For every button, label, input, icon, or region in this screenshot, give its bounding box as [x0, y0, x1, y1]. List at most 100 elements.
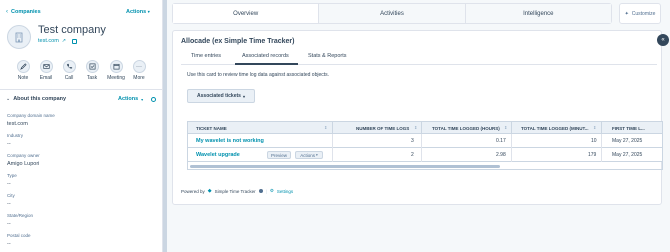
building-icon — [15, 32, 23, 43]
note-label: Note — [17, 75, 29, 81]
column-first-time[interactable]: FIRST TIME L... — [612, 122, 645, 134]
meeting-label: Meeting — [107, 75, 125, 81]
row-actions-label: Actions — [300, 152, 315, 158]
column-label: TICKET NAME — [196, 125, 227, 131]
about-section-toggle[interactable]: ⌄ About this company — [6, 96, 66, 102]
column-label: TOTAL TIME LOGGED (MINUT... — [521, 125, 589, 131]
property-label: City — [7, 193, 15, 198]
col-divider — [511, 148, 512, 162]
col-divider — [332, 148, 333, 162]
subtab-stats-reports[interactable]: Stats & Reports — [308, 53, 347, 59]
meeting-button[interactable]: Meeting — [105, 60, 127, 81]
property-value[interactable]: -- — [7, 201, 11, 207]
tab-intelligence[interactable]: Intelligence — [465, 4, 611, 23]
task-button[interactable]: Task — [81, 60, 103, 81]
table-row: My wavelet is not working 3 0.17 10 May … — [188, 134, 662, 148]
chevron-down-icon: ▾ — [242, 93, 245, 99]
task-icon — [89, 63, 95, 70]
sidebar-scrollbar[interactable] — [163, 0, 167, 252]
company-domain: test.com — [38, 38, 59, 44]
property-label: Industry — [7, 133, 24, 138]
tab-activities[interactable]: Activities — [319, 4, 466, 23]
note-icon — [19, 63, 27, 70]
gear-icon: ✦ — [624, 10, 629, 17]
more-label: More — [133, 75, 145, 81]
sort-icon[interactable]: ⇕ — [593, 125, 596, 130]
subtab-associated-records[interactable]: Associated records — [242, 53, 289, 59]
settings-gear-icon: ⚙ — [269, 188, 274, 193]
ticket-link[interactable]: Wavelet upgrade — [196, 152, 240, 158]
meeting-icon — [113, 63, 119, 70]
call-button[interactable]: Call — [58, 60, 80, 81]
table-scrollbar[interactable] — [190, 165, 500, 168]
divider — [0, 89, 163, 90]
col-divider — [511, 134, 512, 148]
tab-overview[interactable]: Overview — [173, 4, 320, 23]
info-icon[interactable] — [258, 189, 263, 193]
chevron-down-icon: ▾ — [147, 9, 150, 14]
about-actions-button[interactable]: Actions ▾ — [118, 96, 157, 102]
email-label: Email — [39, 75, 53, 81]
separator: | — [265, 188, 267, 194]
customize-label: Customize — [631, 10, 656, 17]
expand-sidebar-button[interactable]: « — [657, 34, 669, 46]
property-value[interactable]: -- — [7, 181, 11, 187]
card-description: Use this card to review time log data ag… — [187, 72, 330, 78]
col-divider — [421, 148, 422, 162]
more-button[interactable]: ··· More — [128, 60, 150, 81]
column-total-minutes[interactable]: TOTAL TIME LOGGED (MINUT... — [521, 122, 589, 134]
back-link[interactable]: ‹ Companies — [6, 9, 41, 15]
property-value[interactable]: Amigo Lupori — [7, 161, 39, 167]
header-actions-label: Actions — [126, 9, 147, 15]
property-value[interactable]: -- — [7, 241, 11, 247]
company-avatar — [7, 25, 31, 49]
task-label: Task — [86, 75, 98, 81]
table-row: Wavelet upgrade Preview Actions ▾ 2 2.98… — [188, 148, 662, 162]
column-total-hours[interactable]: TOTAL TIME LOGGED (HOURS) — [432, 122, 500, 134]
double-chevron-left-icon: « — [661, 37, 665, 43]
column-label: FIRST TIME L... — [612, 125, 645, 131]
subtab-time-entries[interactable]: Time entries — [191, 53, 221, 59]
preview-button[interactable]: Preview — [267, 151, 291, 159]
dropdown-label: Associated tickets — [197, 93, 241, 99]
external-link-icon: ↗ — [61, 38, 66, 44]
settings-gear-icon[interactable] — [151, 96, 157, 102]
column-number-of-time-logs[interactable]: NUMBER OF TIME LOGS — [356, 122, 409, 134]
header-actions-button[interactable]: Actions ▾ — [126, 9, 150, 15]
first-time: May 27, 2025 — [612, 138, 643, 144]
copy-icon[interactable] — [72, 38, 77, 44]
settings-link[interactable]: Settings — [277, 189, 293, 194]
active-subtab-indicator — [235, 63, 298, 65]
property-label: Company owner — [7, 153, 40, 158]
property-label: Postal code — [7, 233, 31, 238]
property-value[interactable]: -- — [7, 221, 11, 227]
card-title: Allocade (ex Simple Time Tracker) — [181, 38, 295, 45]
property-value[interactable]: test.com — [7, 121, 28, 127]
company-domain-link[interactable]: test.com ↗ — [38, 38, 77, 44]
property-value[interactable]: -- — [7, 141, 11, 147]
about-actions-label: Actions — [118, 96, 139, 102]
property-label: State/Region — [7, 213, 34, 218]
customize-button[interactable]: ✦ Customize — [619, 3, 661, 24]
main-tabs: Overview Activities Intelligence — [172, 3, 612, 24]
email-button[interactable]: Email — [35, 60, 57, 81]
company-name: Test company — [38, 24, 106, 36]
sort-icon[interactable]: ⇕ — [324, 125, 327, 130]
ticket-link[interactable]: My wavelet is not working — [196, 138, 264, 144]
sort-icon[interactable]: ⇕ — [504, 125, 507, 130]
total-hours: 2.98 — [496, 152, 506, 158]
col-divider — [332, 122, 333, 134]
col-divider — [332, 134, 333, 148]
card-footer: Powered by ◆ Simple Time Tracker | ⚙ Set… — [181, 188, 293, 194]
col-divider — [421, 134, 422, 148]
column-ticket-name[interactable]: TICKET NAME — [196, 122, 227, 134]
sort-icon[interactable]: ⇕ — [414, 125, 417, 130]
column-label: NUMBER OF TIME LOGS — [356, 125, 410, 131]
first-time: May 27, 2025 — [612, 152, 643, 158]
row-actions-button[interactable]: Actions ▾ — [295, 151, 323, 159]
note-button[interactable]: Note — [12, 60, 34, 81]
col-divider — [601, 148, 602, 162]
associated-tickets-dropdown[interactable]: Associated tickets ▾ — [187, 89, 255, 103]
email-icon — [42, 64, 50, 69]
time-logs-count: 3 — [411, 138, 414, 144]
